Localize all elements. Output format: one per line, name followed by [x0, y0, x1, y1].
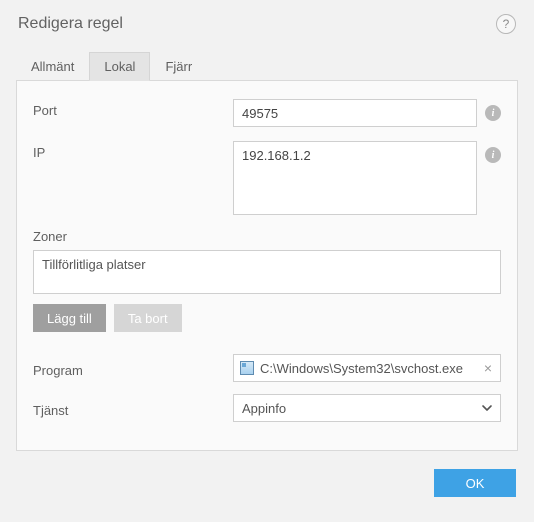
list-item[interactable]: Tillförlitliga platser — [42, 257, 492, 272]
ip-row: IP 192.168.1.2 i — [33, 141, 501, 215]
ok-button[interactable]: OK — [434, 469, 516, 497]
content-area: Allmänt Lokal Fjärr Port i IP 192.168.1.… — [0, 44, 534, 451]
program-label: Program — [33, 359, 233, 378]
program-row: Program C:\Windows\System32\svchost.exe … — [33, 354, 501, 382]
port-label: Port — [33, 99, 233, 118]
add-button[interactable]: Lägg till — [33, 304, 106, 332]
dialog-window: Redigera regel ? Allmänt Lokal Fjärr Por… — [0, 0, 534, 522]
tab-remote[interactable]: Fjärr — [150, 52, 207, 81]
port-row: Port i — [33, 99, 501, 127]
application-icon — [240, 361, 254, 375]
zones-list[interactable]: Tillförlitliga platser — [33, 250, 501, 294]
info-icon[interactable]: i — [485, 147, 501, 163]
service-select[interactable]: Appinfo — [233, 394, 501, 422]
program-field[interactable]: C:\Windows\System32\svchost.exe × — [233, 354, 501, 382]
zones-label: Zoner — [33, 229, 501, 244]
ip-input[interactable]: 192.168.1.2 — [233, 141, 477, 215]
program-path: C:\Windows\System32\svchost.exe — [260, 361, 476, 376]
tab-panel-local: Port i IP 192.168.1.2 i Zoner Tillförlit… — [16, 80, 518, 451]
info-icon[interactable]: i — [485, 105, 501, 121]
service-label: Tjänst — [33, 399, 233, 418]
tab-local[interactable]: Lokal — [89, 52, 150, 81]
service-row: Tjänst Appinfo — [33, 394, 501, 422]
remove-button: Ta bort — [114, 304, 182, 332]
tab-general[interactable]: Allmänt — [16, 52, 89, 81]
clear-icon[interactable]: × — [482, 360, 494, 376]
window-title: Redigera regel — [18, 15, 123, 33]
zone-buttons: Lägg till Ta bort — [33, 304, 501, 332]
footer: OK — [0, 451, 534, 497]
tab-strip: Allmänt Lokal Fjärr — [16, 52, 518, 81]
title-bar: Redigera regel ? — [0, 0, 534, 44]
port-input[interactable] — [233, 99, 477, 127]
help-button[interactable]: ? — [496, 14, 516, 34]
ip-label: IP — [33, 141, 233, 160]
